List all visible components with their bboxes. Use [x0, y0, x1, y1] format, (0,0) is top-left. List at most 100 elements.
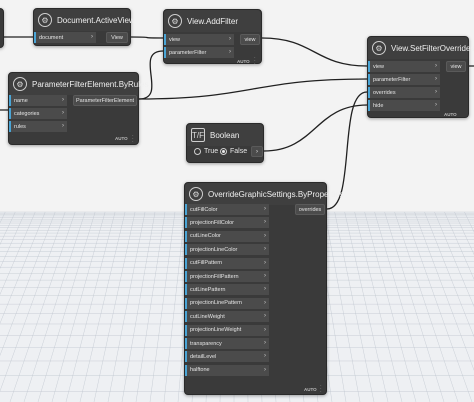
node-gear-icon: ⚙	[168, 14, 182, 28]
input-port-projection-line-weight[interactable]: projectionLineWeight ›	[185, 324, 269, 336]
node-header[interactable]: ⚙ View.SetFilterOverrides	[368, 37, 474, 59]
port-label: halftone	[190, 367, 210, 374]
chevron-right-icon: ›	[435, 102, 437, 108]
node-document-active-view[interactable]: ⚙ Document.ActiveView document › View	[33, 8, 135, 46]
radio-button-true[interactable]	[194, 148, 201, 155]
port-label: projectionFillColor	[190, 219, 235, 226]
vertical-dots-icon[interactable]: · · ·	[254, 56, 256, 67]
node-header[interactable]: ⚙ Document.ActiveView	[34, 9, 135, 31]
chevron-right-icon: ›	[91, 34, 93, 40]
radio-button-false[interactable]	[220, 148, 227, 155]
chevron-right-icon: ›	[264, 353, 266, 360]
vertical-dots-icon[interactable]: · · ·	[132, 134, 134, 145]
port-label: hide	[373, 102, 384, 109]
radio-false[interactable]: False	[220, 148, 247, 155]
port-label: categories	[14, 110, 40, 117]
auto-label: AUTO	[237, 59, 250, 64]
node-view-add-filter[interactable]: ⚙ View.AddFilter view › parameterFilter …	[163, 9, 262, 67]
node-gear-icon: ⚙	[189, 187, 203, 201]
node-boolean[interactable]: T/F Boolean True False ›	[186, 123, 264, 163]
port-label: view	[373, 63, 385, 70]
vertical-dots-icon[interactable]: · · ·	[320, 384, 322, 395]
input-port-name[interactable]: name ›	[9, 95, 67, 106]
input-port-cut-fill-color[interactable]: cutFillColor ›	[185, 204, 269, 215]
input-port-view[interactable]: view ›	[164, 34, 234, 45]
node-gear-icon: ⚙	[13, 77, 27, 91]
output-port-boolean[interactable]: ›	[251, 146, 263, 157]
chevron-right-icon: ›	[264, 232, 266, 239]
input-port-detail-level[interactable]: detailLevel ›	[185, 351, 269, 363]
chevron-right-icon: ›	[435, 89, 437, 95]
chevron-right-icon: ›	[264, 286, 266, 293]
port-label: view	[244, 36, 256, 43]
output-port-view[interactable]: View	[106, 32, 128, 43]
input-port-cut-fill-pattern[interactable]: cutFillPattern ›	[185, 257, 269, 269]
port-label: parameterFilter	[169, 49, 207, 56]
radio-true[interactable]: True	[194, 148, 218, 155]
input-port-categories[interactable]: categories ›	[9, 108, 67, 119]
input-port-overrides[interactable]: overrides ›	[368, 87, 440, 98]
node-title: Document.ActiveView	[57, 15, 135, 25]
input-port-document[interactable]: document ›	[34, 32, 96, 43]
chevron-right-icon: ›	[264, 313, 266, 320]
node-title: OverrideGraphicSettings.ByProperties	[208, 189, 344, 199]
output-port-view[interactable]: view	[240, 34, 260, 45]
output-port-view[interactable]: view	[446, 61, 466, 72]
input-port-cut-line-color[interactable]: cutLineColor ›	[185, 230, 269, 242]
port-label: view	[169, 36, 181, 43]
chevron-right-icon: ›	[62, 97, 64, 103]
input-port-projection-fill-pattern[interactable]: projectionFillPattern ›	[185, 271, 269, 282]
node-title: Boolean	[210, 130, 240, 140]
input-port-projection-line-color[interactable]: projectionLineColor ›	[185, 244, 269, 256]
graph-canvas[interactable]: ⚙ Document.ActiveView document › View ⚙ …	[0, 0, 474, 402]
chevron-right-icon: ›	[264, 326, 266, 333]
port-label: detailLevel	[190, 353, 217, 360]
input-port-cut-line-weight[interactable]: cutLineWeight ›	[185, 311, 269, 323]
input-port-view[interactable]: view ›	[368, 61, 440, 72]
node-override-graphic-settings-by-properties[interactable]: ⚙ OverrideGraphicSettings.ByProperties c…	[184, 182, 344, 395]
chevron-right-icon: ›	[264, 340, 266, 346]
node-header[interactable]: ⚙ ParameterFilterElement.ByRules	[9, 73, 148, 95]
offscreen-node[interactable]	[0, 8, 4, 48]
input-port-parameter-filter[interactable]: parameterFilter ›	[368, 74, 440, 85]
input-port-halftone[interactable]: halftone ›	[185, 364, 269, 376]
chevron-right-icon: ›	[62, 123, 64, 129]
node-title: ParameterFilterElement.ByRules	[32, 79, 149, 89]
chevron-right-icon: ›	[264, 299, 266, 306]
node-view-set-filter-overrides[interactable]: ⚙ View.SetFilterOverrides view › paramet…	[367, 36, 474, 118]
chevron-right-icon: ›	[264, 366, 266, 373]
port-label: cutFillPattern	[190, 260, 223, 267]
node-header[interactable]: T/F Boolean	[187, 124, 263, 146]
chevron-right-icon: ›	[264, 246, 266, 253]
node-header[interactable]: ⚙ View.AddFilter	[164, 10, 261, 32]
output-port-parameter-filter-element[interactable]: ParameterFilterElement	[73, 95, 137, 106]
input-port-projection-line-pattern[interactable]: projectionLinePattern ›	[185, 297, 269, 309]
chevron-right-icon: ›	[264, 259, 266, 266]
node-title: View.AddFilter	[187, 16, 238, 26]
input-port-cut-line-pattern[interactable]: cutLinePattern ›	[185, 284, 269, 296]
radio-label-false: False	[230, 148, 248, 155]
node-header[interactable]: ⚙ OverrideGraphicSettings.ByProperties	[185, 183, 344, 205]
input-port-parameter-filter[interactable]: parameterFilter ›	[164, 47, 234, 58]
chevron-right-icon: ›	[264, 219, 266, 226]
input-port-projection-fill-color[interactable]: projectionFillColor ›	[185, 217, 269, 229]
port-label: name	[14, 97, 28, 104]
port-label: transparency	[190, 340, 222, 347]
input-port-hide[interactable]: hide ›	[368, 100, 440, 111]
output-port-overrides[interactable]: overrides	[295, 204, 325, 215]
node-parameter-filter-element-by-rules[interactable]: ⚙ ParameterFilterElement.ByRules name › …	[8, 72, 148, 145]
node-title: View.SetFilterOverrides	[391, 43, 474, 53]
port-label: cutLinePattern	[190, 286, 226, 293]
port-label: projectionLinePattern	[190, 300, 242, 307]
chevron-right-icon: ›	[264, 206, 266, 212]
radio-label-true: True	[204, 148, 219, 155]
chevron-right-icon: ›	[229, 36, 231, 42]
input-port-transparency[interactable]: transparency ›	[185, 338, 269, 349]
input-port-rules[interactable]: rules ›	[9, 121, 67, 132]
port-label: projectionLineColor	[190, 246, 238, 253]
port-label: overrides	[298, 206, 322, 213]
port-label: View	[111, 34, 123, 41]
node-gear-icon: ⚙	[38, 13, 52, 27]
chevron-right-icon: ›	[435, 63, 437, 69]
port-label: projectionLineWeight	[190, 327, 242, 334]
